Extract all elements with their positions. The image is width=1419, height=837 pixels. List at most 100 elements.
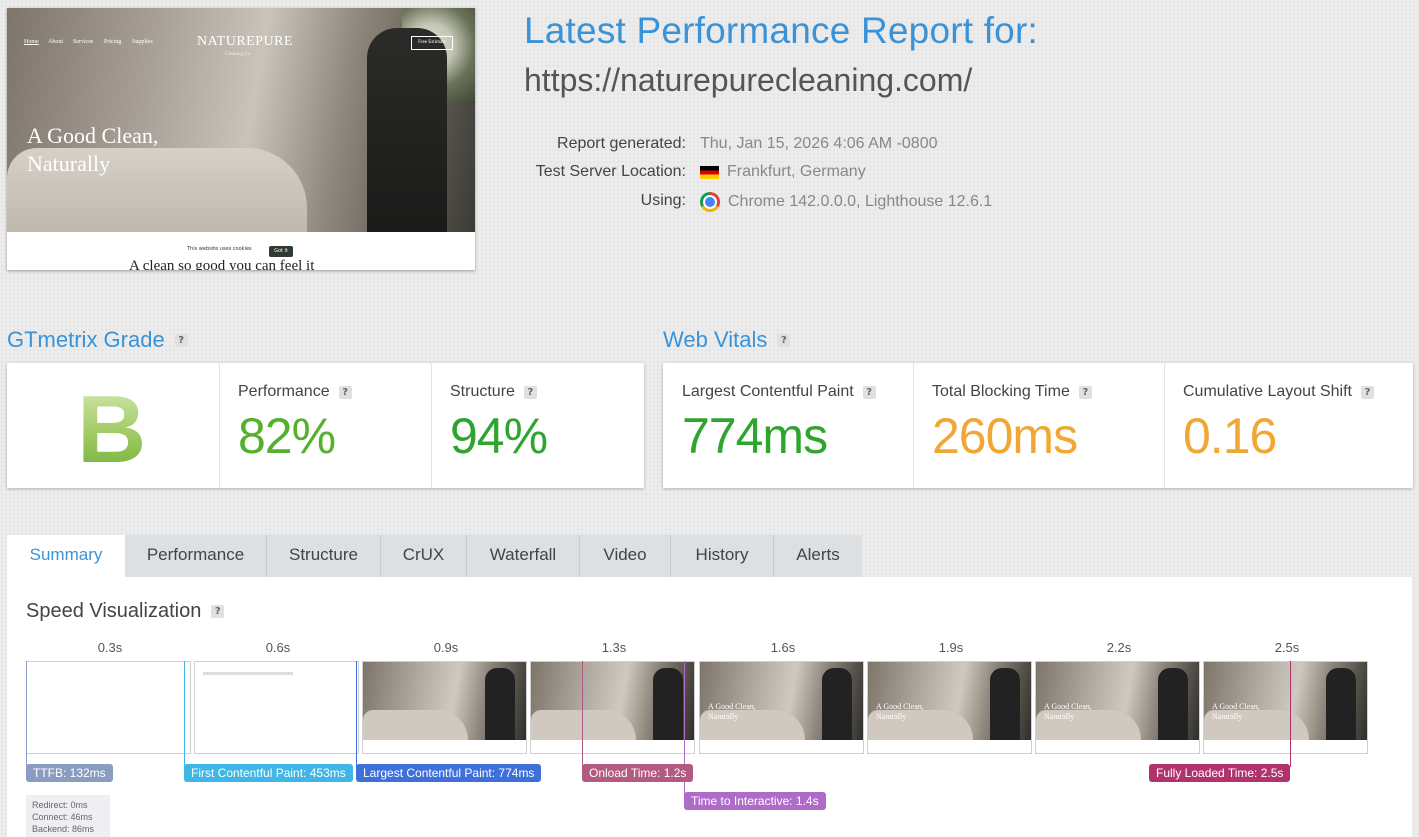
ttfb-detail-box: Redirect: 0ms Connect: 46ms Backend: 86m… (26, 795, 110, 837)
lcp-help-icon[interactable]: ? (862, 385, 876, 399)
report-url[interactable]: https://naturepurecleaning.com/ (524, 62, 972, 99)
test-server-location-label: Test Server Location: (535, 163, 686, 180)
tti-badge[interactable]: Time to Interactive: 1.4s (684, 792, 826, 810)
thumbnail-nav-pricing: Pricing (104, 39, 122, 45)
lcp-badge[interactable]: Largest Contentful Paint: 774ms (356, 764, 542, 782)
frame-headline-line2: Naturally (708, 712, 739, 721)
using-value: Chrome 142.0.0.0, Lighthouse 12.6.1 (700, 192, 992, 212)
time-label: 2.2s (1106, 640, 1132, 655)
fcp-badge[interactable]: First Contentful Paint: 453ms (184, 764, 353, 782)
fcp-marker-line (184, 661, 185, 767)
thumbnail-nav-button: Free Estimate (411, 36, 453, 50)
frame-person (990, 668, 1020, 740)
frame-sofa (531, 710, 636, 740)
frame-headline-line2: Naturally (876, 712, 907, 721)
thumbnail-nav-services: Services (73, 39, 94, 45)
thumbnail-nav-supplies: Supplies (132, 39, 153, 45)
gtmetrix-grade-help-icon[interactable]: ? (174, 333, 188, 347)
web-vitals-title: Web Vitals ? (663, 327, 791, 353)
tab-summary[interactable]: Summary (7, 535, 125, 577)
web-vitals-card: Largest Contentful Paint ? 774ms Total B… (663, 363, 1413, 488)
frame-footer (700, 740, 863, 753)
frame-footer (868, 740, 1031, 753)
onload-marker-line (582, 661, 583, 767)
cls-label-text: Cumulative Layout Shift (1183, 383, 1352, 400)
tab-video[interactable]: Video (580, 535, 671, 577)
structure-value: 94% (450, 408, 548, 464)
time-label: 2.5s (1274, 640, 1300, 655)
frame-headline-line2: Naturally (1212, 712, 1243, 721)
lcp-cell: Largest Contentful Paint ? 774ms (663, 363, 914, 488)
tab-structure[interactable]: Structure (267, 535, 381, 577)
structure-help-icon[interactable]: ? (523, 385, 537, 399)
test-server-location-value: Frankfurt, Germany (700, 163, 866, 181)
germany-flag-icon (700, 165, 719, 179)
tab-performance[interactable]: Performance (125, 535, 267, 577)
filmstrip-frame[interactable]: A Good Clean, Naturally (699, 661, 864, 754)
thumbnail-headline: A Good Clean, Naturally (27, 122, 158, 178)
filmstrip-frame[interactable] (194, 661, 359, 754)
frame-footer (531, 740, 694, 753)
time-label: 1.9s (938, 640, 964, 655)
thumbnail-nav-home: Home (24, 39, 39, 45)
speed-visualization-help-icon[interactable]: ? (211, 605, 225, 618)
tab-waterfall[interactable]: Waterfall (467, 535, 580, 577)
thumbnail-cookie-button: Got it (269, 246, 293, 257)
web-vitals-help-icon[interactable]: ? (777, 333, 791, 347)
onload-badge[interactable]: Onload Time: 1.2s (582, 764, 694, 782)
tab-alerts[interactable]: Alerts (774, 535, 862, 577)
structure-label-text: Structure (450, 383, 515, 400)
grade-letter: B (77, 376, 147, 483)
cls-label: Cumulative Layout Shift ? (1183, 383, 1374, 401)
filmstrip-frame[interactable] (530, 661, 695, 754)
lcp-label-text: Largest Contentful Paint (682, 383, 854, 400)
frame-sofa (363, 710, 468, 740)
speed-visualization-title: Speed Visualization ? (26, 600, 225, 623)
cls-value: 0.16 (1183, 408, 1277, 464)
cls-help-icon[interactable]: ? (1360, 385, 1374, 399)
report-tabs: Summary Performance Structure CrUX Water… (7, 535, 862, 577)
fully-loaded-badge[interactable]: Fully Loaded Time: 2.5s (1149, 764, 1291, 782)
performance-label-text: Performance (238, 383, 330, 400)
cls-cell: Cumulative Layout Shift ? 0.16 (1164, 363, 1413, 488)
gtmetrix-grade-card: B Performance ? 82% Structure ? 94% (7, 363, 644, 488)
frame-headline-line2: Naturally (1044, 712, 1075, 721)
ttfb-redirect: Redirect: 0ms (32, 800, 88, 810)
gtmetrix-grade-title: GTmetrix Grade ? (7, 327, 188, 353)
ttfb-badge[interactable]: TTFB: 132ms (26, 764, 113, 782)
tbt-label: Total Blocking Time ? (932, 383, 1092, 401)
frame-footer (363, 740, 526, 753)
lcp-marker-line (356, 661, 357, 767)
chrome-icon (700, 192, 720, 212)
speed-visualization-title-text: Speed Visualization (26, 600, 202, 622)
frame-text-line (203, 672, 293, 675)
filmstrip-frame[interactable] (26, 661, 191, 754)
time-label: 0.9s (433, 640, 459, 655)
time-label: 1.6s (770, 640, 796, 655)
tbt-help-icon[interactable]: ? (1078, 385, 1092, 399)
time-label: 0.6s (265, 640, 291, 655)
tab-crux[interactable]: CrUX (381, 535, 467, 577)
page-screenshot-thumbnail[interactable]: Home About Services Pricing Supplies NAT… (7, 8, 475, 270)
gtmetrix-grade-title-text: GTmetrix Grade (7, 327, 165, 352)
frame-person (1158, 668, 1188, 740)
filmstrip-frame[interactable]: A Good Clean, Naturally (867, 661, 1032, 754)
web-vitals-title-text: Web Vitals (663, 327, 768, 352)
filmstrip-frame[interactable]: A Good Clean, Naturally (1203, 661, 1368, 754)
tab-history[interactable]: History (671, 535, 774, 577)
thumbnail-tagline: A clean so good you can feel it (129, 258, 315, 270)
tbt-value: 260ms (932, 408, 1078, 464)
frame-headline: A Good Clean, Naturally (1044, 702, 1092, 722)
frame-headline: A Good Clean, Naturally (876, 702, 924, 722)
tbt-cell: Total Blocking Time ? 260ms (913, 363, 1165, 488)
frame-headline-line1: A Good Clean, (708, 702, 756, 711)
filmstrip-frame[interactable]: A Good Clean, Naturally (1035, 661, 1200, 754)
filmstrip-frame[interactable] (362, 661, 527, 754)
using-label: Using: (640, 192, 686, 209)
summary-panel: Speed Visualization ? 0.3s 0.6s 0.9s 1.3… (7, 577, 1412, 837)
frame-headline-line1: A Good Clean, (876, 702, 924, 711)
frame-footer (1036, 740, 1199, 753)
grade-cell: B (7, 363, 220, 488)
performance-help-icon[interactable]: ? (338, 385, 352, 399)
thumbnail-headline-line2: Naturally (27, 151, 111, 176)
